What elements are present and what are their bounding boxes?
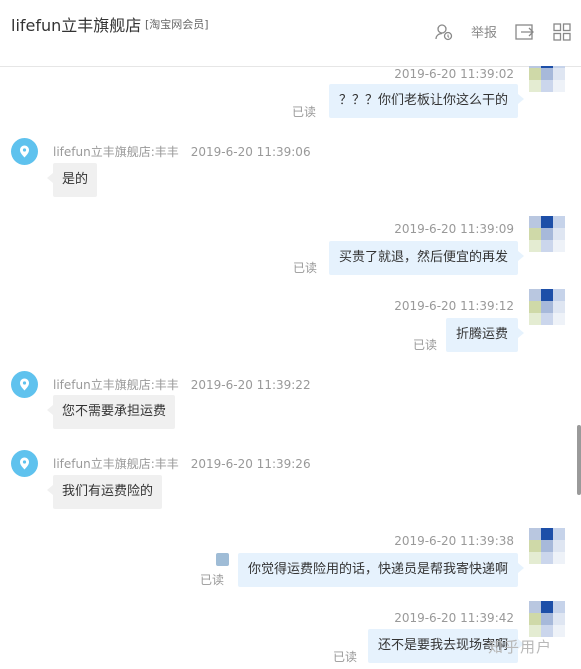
message-bubble[interactable]: 买贵了就退，然后便宜的再发 [328,241,525,275]
read-status: 已读 [200,573,225,587]
sender-name: lifefun立丰旗舰店:丰丰 [53,378,179,392]
message-timestamp: 2019-6-20 11:39:42 [394,611,514,625]
shop-name[interactable]: lifefun立丰旗舰店 [11,12,141,36]
user-avatar[interactable] [529,601,565,637]
member-badge: [淘宝网会员] [145,18,209,31]
message-bubble[interactable]: 我们有运费险的 [46,475,163,509]
message-bubble[interactable]: 您不需要承担运费 [46,395,176,429]
user-avatar[interactable] [529,66,565,92]
sender-name: lifefun立丰旗舰店:丰丰 [53,457,179,471]
message-timestamp: 2019-6-20 11:39:38 [394,534,514,548]
message-bubble[interactable]: 是的 [46,163,98,197]
apps-grid-icon[interactable] [553,22,571,41]
time-text: 2019-6-20 11:39:26 [190,457,311,471]
message-timestamp: 2019-6-20 11:39:09 [394,222,514,236]
seller-avatar[interactable] [11,450,38,477]
chat-area[interactable]: 2019-6-20 11:39:02 已读 ？？？你们老板让你这么干的 life… [0,66,576,669]
seller-avatar[interactable] [11,138,38,165]
chat-header: lifefun立丰旗舰店 [淘宝网会员] 举报 [0,0,581,67]
user-shield-icon[interactable] [435,23,453,41]
seller-avatar[interactable] [11,371,38,398]
time-text: 2019-6-20 11:39:06 [190,145,311,159]
user-avatar[interactable] [529,528,565,564]
export-icon[interactable] [515,23,535,41]
message-timestamp: lifefun立丰旗舰店:丰丰 2019-6-20 11:39:26 [53,455,311,472]
message-timestamp: lifefun立丰旗舰店:丰丰 2019-6-20 11:39:22 [53,376,311,393]
message-timestamp: lifefun立丰旗舰店:丰丰 2019-6-20 11:39:06 [53,143,311,160]
read-status: 已读 [333,650,358,664]
message-timestamp: 2019-6-20 11:39:12 [394,299,514,313]
user-avatar[interactable] [529,216,565,252]
watermark: 知乎用户 [488,638,553,656]
read-status: 已读 [293,261,318,275]
header-actions: 举报 [417,22,571,41]
message-timestamp: 2019-6-20 11:39:02 [394,67,514,81]
message-bubble[interactable]: ？？？你们老板让你这么干的 [328,84,525,118]
sender-name: lifefun立丰旗舰店:丰丰 [53,145,179,159]
chat-bubble-icon[interactable] [216,553,229,566]
user-avatar[interactable] [529,289,565,325]
message-bubble[interactable]: 你觉得运费险用的话，快递员是帮我寄快递啊 [237,553,525,587]
scrollbar[interactable] [577,425,581,495]
report-button[interactable]: 举报 [471,22,497,41]
message-bubble[interactable]: 折腾运费 [445,318,525,352]
time-text: 2019-6-20 11:39:22 [190,378,311,392]
read-status: 已读 [413,338,438,352]
read-status: 已读 [292,105,317,119]
